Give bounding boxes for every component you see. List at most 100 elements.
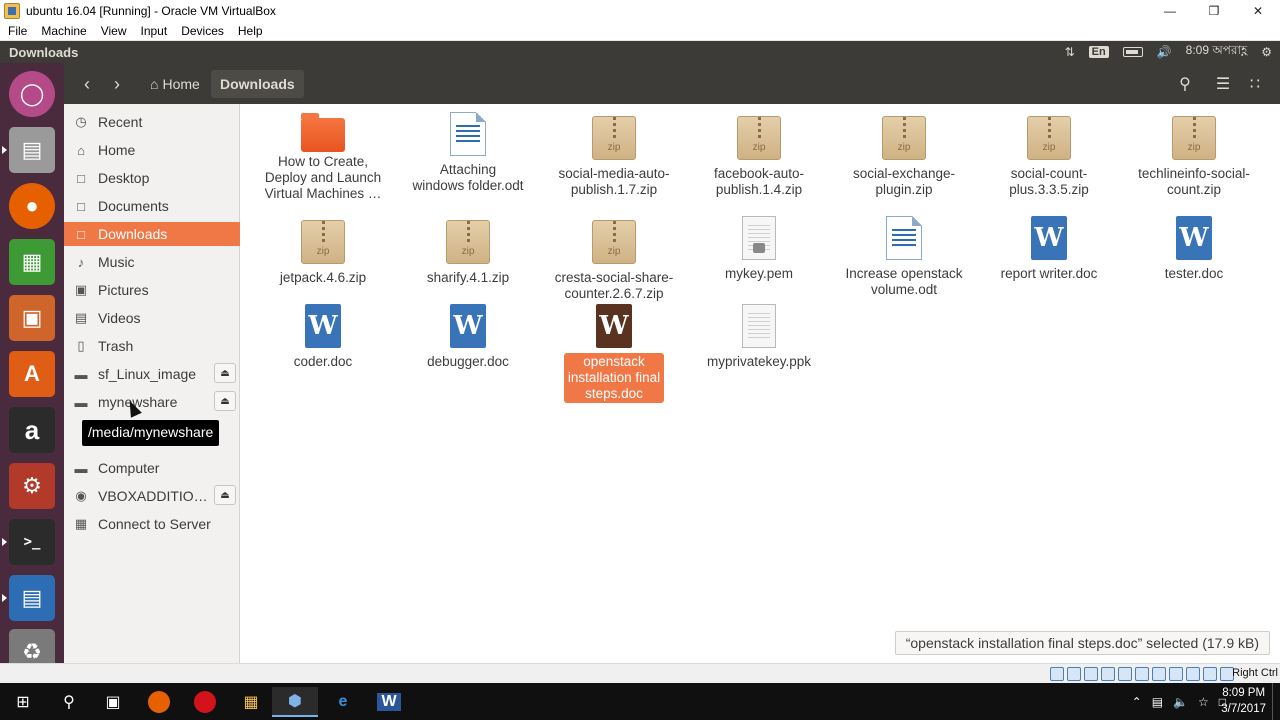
taskbar-firefox[interactable] xyxy=(136,687,182,717)
eject-icon[interactable]: ⏏ xyxy=(214,391,236,411)
optical-drive-icon[interactable] xyxy=(1067,667,1081,681)
file-item[interactable]: W coder.doc xyxy=(258,304,388,371)
volume-icon[interactable]: 🔊 xyxy=(1157,45,1172,59)
video-capture-icon[interactable] xyxy=(1169,667,1183,681)
taskbar-file-explorer[interactable]: ▦ xyxy=(228,687,274,717)
software-center-launcher-icon[interactable]: A xyxy=(9,351,55,397)
sidebar-item-documents[interactable]: □ Documents xyxy=(64,194,240,218)
writer-launcher-icon[interactable]: ▤ xyxy=(2,575,55,621)
view-options-button[interactable]: ∷ xyxy=(1240,70,1270,98)
virtualbox-title-bar: ubuntu 16.04 [Running] - Oracle VM Virtu… xyxy=(0,0,1280,22)
restore-icon[interactable]: ❐ xyxy=(1192,0,1236,22)
hard-disk-icon[interactable] xyxy=(1050,667,1064,681)
sidebar-item-sf-linux-image[interactable]: ▬ sf_Linux_image ⏏ xyxy=(64,362,240,386)
file-item[interactable]: Increase openstack volume.odt xyxy=(839,216,969,299)
firefox-launcher-icon[interactable]: ● xyxy=(9,183,55,229)
menu-help[interactable]: Help xyxy=(238,24,263,38)
unity-launcher: ◯ ▤ ● ▦ ▣ A a ⚙ >_ ▤ ♻ xyxy=(0,63,64,675)
file-item[interactable]: Attaching windows folder.odt xyxy=(403,112,533,195)
taskbar-edge[interactable]: e xyxy=(320,687,366,717)
amazon-launcher-icon[interactable]: a xyxy=(9,407,55,453)
eject-icon[interactable]: ⏏ xyxy=(214,363,236,383)
power-gear-icon[interactable]: ⚙ xyxy=(1261,45,1272,59)
volume-icon[interactable]: 🔈 xyxy=(1173,695,1188,709)
wifi-icon[interactable]: ☆ xyxy=(1198,695,1209,709)
display-icon[interactable] xyxy=(1152,667,1166,681)
taskbar-virtualbox[interactable]: ⬢ xyxy=(272,687,318,717)
keyboard-layout-indicator[interactable]: En xyxy=(1088,46,1109,58)
shared-folder-icon[interactable] xyxy=(1135,667,1149,681)
sidebar-item-mynewshare[interactable]: ▬ mynewshare ⏏ xyxy=(64,390,240,414)
taskbar-clock[interactable]: 8:09 PM 3/7/2017 xyxy=(1221,685,1266,717)
files-launcher-icon[interactable]: ▤ xyxy=(2,127,55,173)
start-button[interactable]: ⊞ xyxy=(0,687,46,717)
search-button[interactable]: ⚲ xyxy=(1170,70,1200,98)
file-item[interactable]: zip jetpack.4.6.zip xyxy=(258,220,388,287)
minimize-icon[interactable]: — xyxy=(1148,0,1192,22)
usb-icon[interactable] xyxy=(1118,667,1132,681)
file-item[interactable]: W tester.doc xyxy=(1129,216,1259,283)
breadcrumb-home[interactable]: ⌂ Home xyxy=(141,70,209,98)
impress-launcher-icon[interactable]: ▣ xyxy=(9,295,55,341)
close-icon[interactable]: ✕ xyxy=(1236,0,1280,22)
sidebar-item-home[interactable]: ⌂ Home xyxy=(64,138,240,162)
file-item[interactable]: zip facebook-auto-publish.1.4.zip xyxy=(694,116,824,199)
sidebar-item-desktop[interactable]: □ Desktop xyxy=(64,166,240,190)
word-document-icon: W xyxy=(1176,216,1212,260)
cpu-icon[interactable] xyxy=(1186,667,1200,681)
file-item[interactable]: zip sharify.4.1.zip xyxy=(403,220,533,287)
sidebar-item-videos[interactable]: ▤ Videos xyxy=(64,306,240,330)
search-button[interactable]: ⚲ xyxy=(46,687,92,717)
sidebar-item-music[interactable]: ♪ Music xyxy=(64,250,240,274)
file-item[interactable]: W report writer.doc xyxy=(984,216,1114,283)
battery-icon[interactable] xyxy=(1122,47,1143,57)
taskbar-date: 3/7/2017 xyxy=(1221,703,1266,715)
show-desktop-button[interactable] xyxy=(1272,683,1280,720)
settings-launcher-icon[interactable]: ⚙ xyxy=(9,463,55,509)
file-item[interactable]: W debugger.doc xyxy=(403,304,533,371)
back-button[interactable]: ‹ xyxy=(72,70,102,98)
sidebar-item-downloads[interactable]: □ Downloads xyxy=(64,222,240,246)
sidebar-item-recent[interactable]: ◷ Recent xyxy=(64,110,240,134)
file-item[interactable]: mykey.pem xyxy=(694,216,824,283)
file-item-selected[interactable]: W openstack installation final steps.doc xyxy=(549,304,679,403)
file-item[interactable]: zip social-exchange-plugin.zip xyxy=(839,116,969,199)
file-item[interactable]: zip social-count-plus.3.3.5.zip xyxy=(984,116,1114,199)
file-label: report writer.doc xyxy=(1000,266,1098,281)
forward-button[interactable]: › xyxy=(102,70,132,98)
panel-clock[interactable]: 8:09 অপরাহ্ণ xyxy=(1186,42,1248,62)
calc-launcher-icon[interactable]: ▦ xyxy=(9,239,55,285)
home-icon: ⌂ xyxy=(77,142,85,158)
taskbar-opera[interactable] xyxy=(182,687,228,717)
sidebar-item-connect-to-server[interactable]: ▦ Connect to Server xyxy=(64,512,240,536)
breadcrumb-downloads[interactable]: Downloads xyxy=(211,70,304,98)
eject-icon[interactable]: ⏏ xyxy=(214,485,236,505)
file-item[interactable]: zip social-media-auto-publish.1.7.zip xyxy=(549,116,679,199)
network-adapter-icon[interactable] xyxy=(1101,667,1115,681)
server-icon: ▦ xyxy=(74,516,88,531)
sidebar-item-computer[interactable]: ▬ Computer xyxy=(64,456,240,480)
menu-file[interactable]: File xyxy=(8,24,27,38)
dash-launcher-icon[interactable]: ◯ xyxy=(9,71,55,117)
task-view-button[interactable]: ▣ xyxy=(90,687,136,717)
audio-icon[interactable] xyxy=(1084,667,1098,681)
file-item[interactable]: zip techlineinfo-social-count.zip xyxy=(1129,116,1259,199)
sidebar-item-pictures[interactable]: ▣ Pictures xyxy=(64,278,240,302)
mouse-integration-icon[interactable] xyxy=(1203,667,1217,681)
network-icon[interactable]: ⇅ xyxy=(1065,45,1075,59)
file-item[interactable]: zip cresta-social-share-counter.2.6.7.zi… xyxy=(549,220,679,303)
menu-view[interactable]: View xyxy=(101,24,127,38)
menu-input[interactable]: Input xyxy=(141,24,168,38)
sidebar-item-label: sf_Linux_image xyxy=(98,366,197,382)
taskbar-word[interactable]: W xyxy=(366,687,412,717)
sidebar-item-vboxadditions[interactable]: ◉ VBOXADDITIO… ⏏ xyxy=(64,484,240,508)
file-item[interactable]: myprivatekey.ppk xyxy=(694,304,824,371)
menu-machine[interactable]: Machine xyxy=(41,24,86,38)
terminal-launcher-icon[interactable]: >_ xyxy=(2,519,55,565)
menu-devices[interactable]: Devices xyxy=(181,24,224,38)
list-view-button[interactable]: ☰ xyxy=(1208,70,1238,98)
sidebar-item-trash[interactable]: ▯ Trash xyxy=(64,334,240,358)
chevron-up-icon[interactable]: ⌃ xyxy=(1132,695,1142,709)
file-item[interactable]: How to Create, Deploy and Launch Virtual M… xyxy=(258,113,388,203)
network-icon[interactable]: ▤ xyxy=(1152,695,1163,709)
